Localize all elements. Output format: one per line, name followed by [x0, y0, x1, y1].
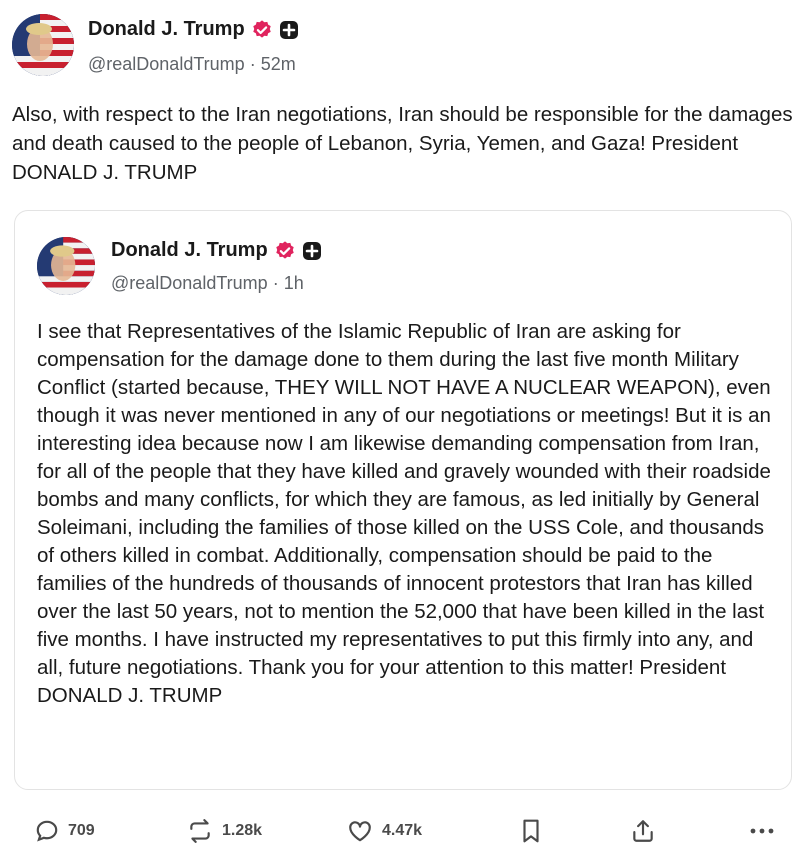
post-text: Also, with respect to the Iran negotiati… — [12, 103, 793, 184]
avatar[interactable] — [12, 14, 74, 76]
quoted-avatar-image — [37, 237, 95, 295]
avatar-image — [12, 14, 74, 76]
reply-button[interactable]: 709 — [34, 818, 95, 844]
repost-icon — [190, 819, 210, 843]
post-time[interactable]: 52m — [261, 54, 296, 74]
quoted-author-name[interactable]: Donald J. Trump — [111, 239, 268, 262]
separator: · — [272, 273, 279, 293]
bookmark-button[interactable] — [520, 818, 542, 844]
share-icon — [633, 820, 653, 842]
reply-icon — [36, 820, 58, 842]
handle-line: @realDonaldTrump · 52m — [88, 54, 296, 75]
like-button[interactable]: 4.47k — [346, 818, 422, 844]
quoted-author-handle[interactable]: @realDonaldTrump — [111, 273, 268, 293]
verified-badge-icon — [252, 19, 271, 38]
quoted-post-text: I see that Representatives of the Islami… — [37, 320, 771, 707]
plus-badge-icon — [302, 241, 321, 260]
bookmark-icon — [523, 819, 539, 843]
author-handle[interactable]: @realDonaldTrump — [88, 54, 245, 74]
author-name[interactable]: Donald J. Trump — [88, 18, 245, 41]
action-bar: 709 1.28k 4.47k — [0, 812, 808, 852]
repost-count: 1.28k — [222, 822, 263, 839]
plus-badge-icon — [279, 20, 298, 39]
post-header: Donald J. Trump @realDonaldTrump · 52m — [12, 12, 792, 78]
more-button[interactable] — [748, 818, 776, 844]
separator: · — [249, 54, 256, 74]
reply-count: 709 — [68, 822, 95, 839]
share-button[interactable] — [630, 818, 656, 844]
verified-badge-icon — [275, 240, 294, 259]
like-count: 4.47k — [382, 822, 423, 839]
repost-button[interactable]: 1.28k — [186, 818, 262, 844]
quoted-post-time[interactable]: 1h — [284, 273, 304, 293]
quoted-post-card[interactable]: Donald J. Trump @realDonaldTrump · 1h I … — [14, 210, 792, 790]
more-icon — [750, 828, 774, 834]
like-icon — [349, 821, 371, 842]
quoted-handle-line: @realDonaldTrump · 1h — [111, 273, 304, 294]
quoted-avatar[interactable] — [37, 237, 95, 295]
